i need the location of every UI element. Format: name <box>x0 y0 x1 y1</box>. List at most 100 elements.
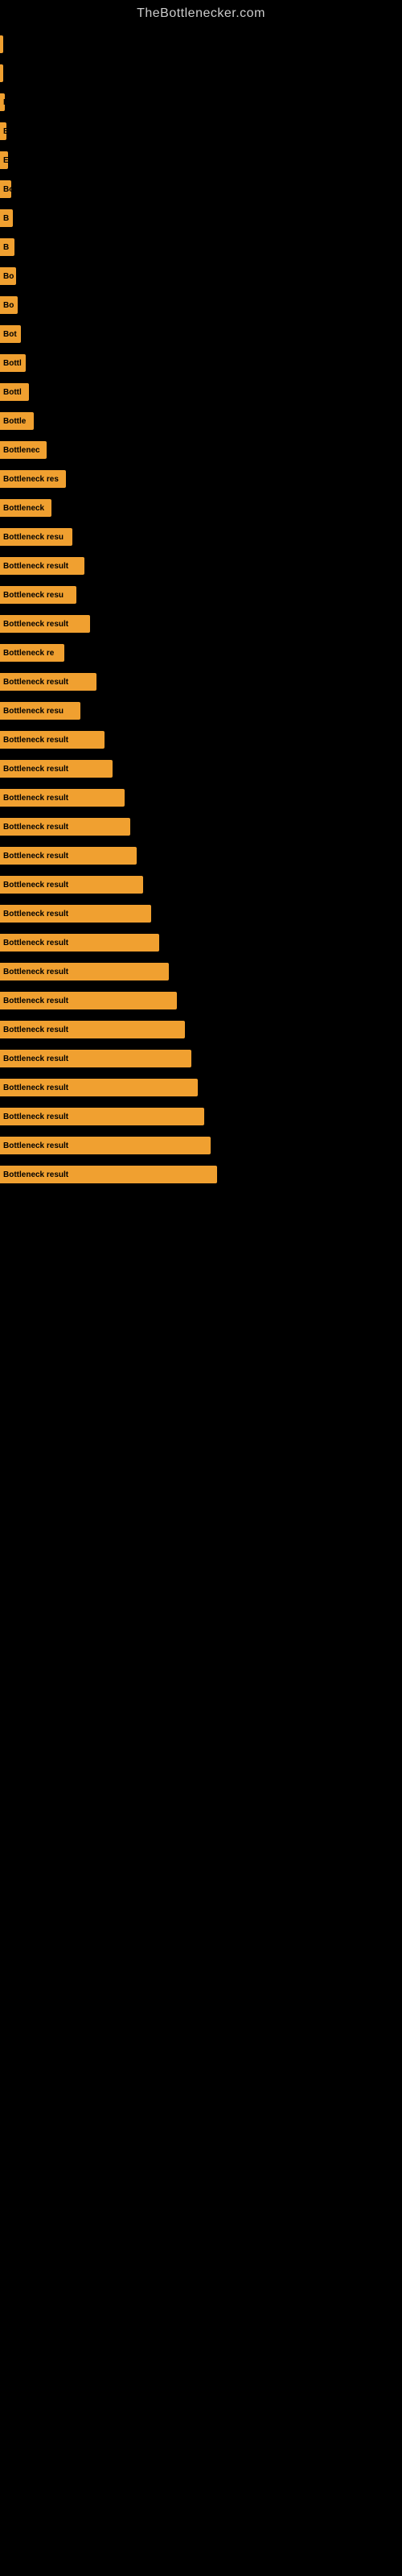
bar-row: Bottleneck result <box>0 1046 402 1071</box>
bar: Bottl <box>0 383 29 401</box>
bar-label: Bottleneck re <box>3 649 54 658</box>
bar-label: Bottleneck result <box>3 910 68 919</box>
bar-label: Bottleneck res <box>3 475 59 484</box>
bar-row: Bottleneck re <box>0 641 402 665</box>
bar: Bottleneck result <box>0 760 113 778</box>
bar-label: Bottleneck result <box>3 852 68 861</box>
bar-row: Bot <box>0 322 402 346</box>
bar-row: Bottleneck result <box>0 1018 402 1042</box>
bar-row: Bottleneck resu <box>0 583 402 607</box>
bar-row: Bottleneck result <box>0 1133 402 1158</box>
bar-label: Bottleneck resu <box>3 707 64 716</box>
bar: B <box>0 238 14 256</box>
bar-label: E <box>3 98 5 107</box>
bar-label: Bottleneck result <box>3 1055 68 1063</box>
bar-row: Bo <box>0 177 402 201</box>
bar-row: Bottleneck result <box>0 612 402 636</box>
site-title: TheBottlenecker.com <box>0 0 402 24</box>
bar: E <box>0 151 8 169</box>
bar-row: B <box>0 119 402 143</box>
bar-row: E <box>0 148 402 172</box>
bar-label: Bottleneck result <box>3 939 68 947</box>
bar-label: B <box>3 243 9 252</box>
bar-label: Bottleneck result <box>3 1113 68 1121</box>
bar-row: Bottleneck result <box>0 1075 402 1100</box>
bar-label: Bottleneck result <box>3 765 68 774</box>
bar: | <box>0 35 3 53</box>
bar-label: Bo <box>3 301 14 310</box>
bar-label: Bottleneck result <box>3 968 68 976</box>
bar-label: B <box>3 127 6 136</box>
bar-label: Bottle <box>3 417 26 426</box>
bar-row: Bottleneck result <box>0 844 402 868</box>
bar-label: Bottleneck result <box>3 794 68 803</box>
bar-row: Bottleneck result <box>0 989 402 1013</box>
bar-row: Bottleneck result <box>0 670 402 694</box>
bar-label: Bo <box>3 185 11 194</box>
bar: B <box>0 122 6 140</box>
bar-row: B <box>0 206 402 230</box>
bar: Bottleneck result <box>0 1166 217 1183</box>
bar-label: Bottleneck resu <box>3 591 64 600</box>
bar-label: Bottlenec <box>3 446 40 455</box>
bar-label: Bottleneck result <box>3 1141 68 1150</box>
bar-row: E <box>0 90 402 114</box>
bar: Bottleneck result <box>0 1137 211 1154</box>
bar: Bo <box>0 180 11 198</box>
bar-row: Bottleneck result <box>0 757 402 781</box>
bar: Bottleneck result <box>0 905 151 923</box>
bar-row: Bottleneck result <box>0 873 402 897</box>
bar: Bottleneck result <box>0 731 105 749</box>
bars-container: ||EBEBoBBBoBoBotBottlBottlBottleBottlene… <box>0 24 402 1191</box>
bar-row: Bottl <box>0 380 402 404</box>
bar: Bo <box>0 296 18 314</box>
bar: Bottleneck result <box>0 673 96 691</box>
bar: Bot <box>0 325 21 343</box>
bar: Bottleneck result <box>0 789 125 807</box>
bar-row: Bottleneck <box>0 496 402 520</box>
bar: Bottleneck result <box>0 818 130 836</box>
bar-label: E <box>3 156 8 165</box>
bar: Bottleneck result <box>0 615 90 633</box>
bar-row: Bottleneck result <box>0 554 402 578</box>
bar: Bottleneck result <box>0 1108 204 1125</box>
bar: Bottl <box>0 354 26 372</box>
bar-label: Bottleneck <box>3 504 44 513</box>
bar-label: B <box>3 214 9 223</box>
bar-label: Bottl <box>3 359 22 368</box>
bar-row: Bottleneck result <box>0 786 402 810</box>
bar-label: Bottl <box>3 388 22 397</box>
bar-row: Bo <box>0 293 402 317</box>
bar-label: Bottleneck resu <box>3 533 64 542</box>
bar-row: Bottleneck result <box>0 728 402 752</box>
bar: Bottleneck re <box>0 644 64 662</box>
bar: Bottleneck result <box>0 557 84 575</box>
bar: E <box>0 93 5 111</box>
bar: Bottleneck result <box>0 847 137 865</box>
bar: Bottleneck <box>0 499 51 517</box>
bar-row: Bottleneck resu <box>0 525 402 549</box>
bar-row: Bottleneck resu <box>0 699 402 723</box>
bar-label: Bottleneck result <box>3 823 68 832</box>
bar-label: Bottleneck result <box>3 1170 68 1179</box>
bar: Bottleneck result <box>0 963 169 980</box>
bar-row: Bottleneck result <box>0 815 402 839</box>
bar: Bottleneck resu <box>0 702 80 720</box>
bar-row: Bo <box>0 264 402 288</box>
bar-row: | <box>0 32 402 56</box>
bar: Bottleneck result <box>0 876 143 894</box>
bar-row: Bottl <box>0 351 402 375</box>
bar-label: Bottleneck result <box>3 1026 68 1034</box>
bar: Bottlenec <box>0 441 47 459</box>
bar-row: Bottleneck res <box>0 467 402 491</box>
bar: Bo <box>0 267 16 285</box>
bar-label: Bottleneck result <box>3 678 68 687</box>
bar-label: Bottleneck result <box>3 562 68 571</box>
bar-label: Bottleneck result <box>3 881 68 890</box>
bar-label: Bot <box>3 330 17 339</box>
bar-label: Bo <box>3 272 14 281</box>
bar: Bottleneck result <box>0 1021 185 1038</box>
bar-label: Bottleneck result <box>3 620 68 629</box>
bar: Bottleneck result <box>0 1079 198 1096</box>
bar: Bottleneck resu <box>0 528 72 546</box>
